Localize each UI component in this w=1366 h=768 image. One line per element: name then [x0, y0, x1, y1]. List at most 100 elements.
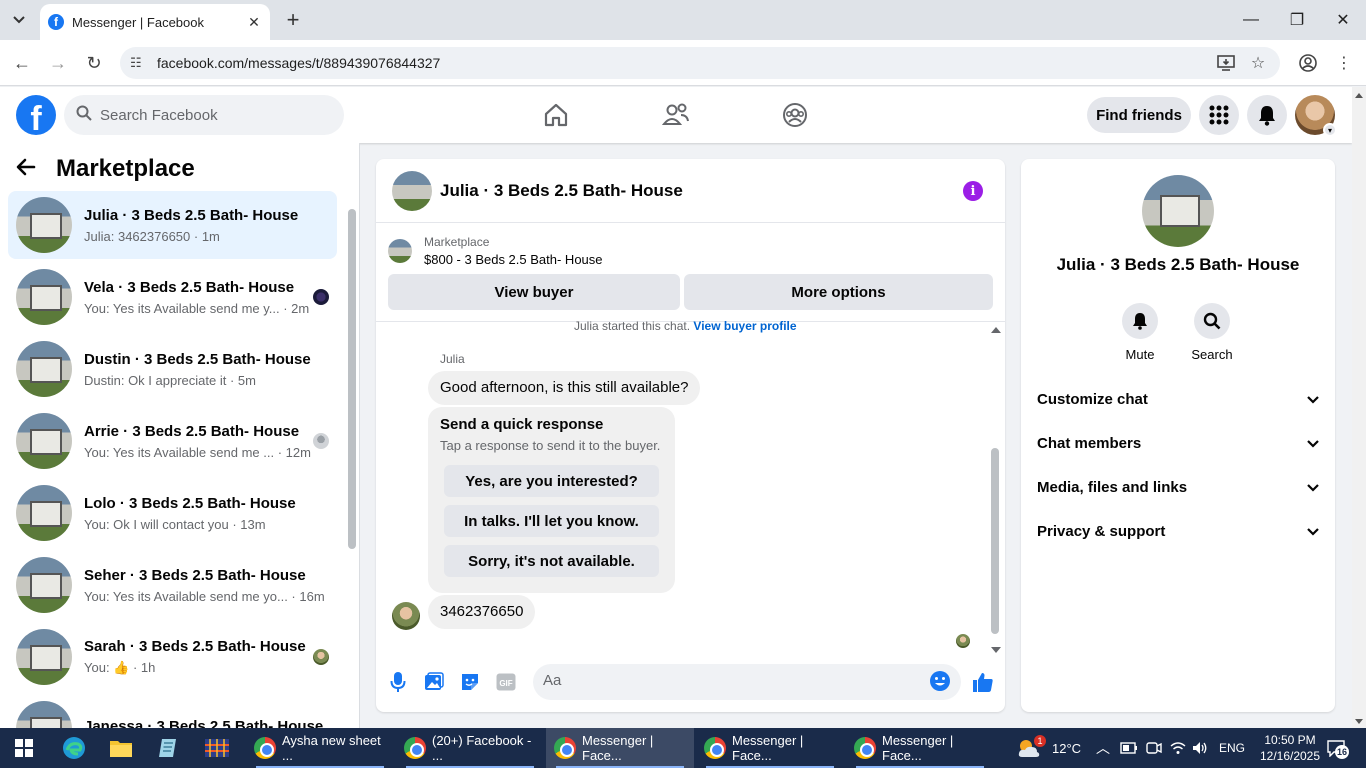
taskbar-app-chrome-active[interactable]: Messenger | Face...	[546, 728, 694, 768]
scroll-down-icon[interactable]	[1355, 719, 1363, 724]
chat-title[interactable]: Julia · 3 Beds 2.5 Bath- House	[440, 181, 683, 201]
chat-members-row[interactable]: Chat members	[1037, 421, 1319, 465]
facebook-logo-icon[interactable]: f	[16, 95, 56, 135]
more-options-button[interactable]: More options	[684, 274, 993, 310]
quick-response-option[interactable]: Sorry, it's not available.	[444, 545, 659, 577]
browser-tab-messenger[interactable]: f Messenger | Facebook ✕	[40, 4, 270, 40]
forward-arrow-icon[interactable]: →	[46, 51, 70, 75]
volume-icon[interactable]	[1192, 728, 1208, 768]
close-tab-icon[interactable]: ✕	[244, 12, 264, 32]
close-window-icon[interactable]: ✕	[1320, 0, 1366, 40]
quick-response-option[interactable]: In talks. I'll let you know.	[444, 505, 659, 537]
conversation-item[interactable]: Janessa · 3 Beds 2.5 Bath- House	[8, 695, 337, 728]
facebook-search-input[interactable]	[100, 106, 320, 124]
chrome-icon	[404, 737, 426, 759]
conversation-item[interactable]: Lolo · 3 Beds 2.5 Bath- House You: Ok I …	[8, 479, 337, 547]
page-scrollbar[interactable]	[1352, 87, 1366, 728]
bell-icon[interactable]	[1122, 303, 1158, 339]
battery-icon[interactable]	[1120, 728, 1138, 768]
windows-start-icon[interactable]	[10, 734, 38, 762]
weather-widget[interactable]: 1 12°C	[1016, 728, 1081, 768]
view-buyer-button[interactable]: View buyer	[388, 274, 680, 310]
conversation-name: Janessa · 3 Beds 2.5 Bath- House	[84, 718, 324, 728]
clock[interactable]: 10:50 PM 12/16/2025	[1255, 728, 1325, 768]
friends-icon[interactable]	[660, 99, 692, 131]
sidebar-scrollbar[interactable]	[344, 193, 358, 728]
gif-icon[interactable]: GIF	[494, 670, 518, 694]
conversation-info-icon[interactable]: i	[963, 181, 983, 201]
scroll-down-icon[interactable]	[991, 647, 1001, 653]
tab-search-chevron-icon[interactable]	[6, 8, 32, 32]
new-tab-plus-icon[interactable]: +	[282, 7, 304, 32]
chrome-icon	[704, 737, 726, 759]
taskbar-app-label: Messenger | Face...	[582, 733, 654, 763]
find-friends-button[interactable]: Find friends	[1087, 97, 1191, 133]
conversation-item[interactable]: Dustin · 3 Beds 2.5 Bath- House Dustin: …	[8, 335, 337, 403]
emoji-icon[interactable]	[929, 670, 953, 694]
sticker-icon[interactable]	[458, 670, 482, 694]
notifications-bell-icon[interactable]	[1247, 95, 1287, 135]
marketplace-listing-banner[interactable]: Marketplace $800 - 3 Beds 2.5 Bath- Hous…	[388, 235, 603, 267]
taskbar-app-chrome[interactable]: (20+) Facebook - ...	[396, 728, 544, 768]
mute-action[interactable]: Mute	[1110, 303, 1170, 362]
home-icon[interactable]	[540, 99, 572, 131]
edge-browser-icon[interactable]	[60, 734, 88, 762]
scroll-up-icon[interactable]	[1355, 93, 1363, 98]
thumbs-up-like-icon[interactable]	[971, 670, 995, 694]
message-bubble[interactable]: 3462376650	[428, 595, 536, 629]
omnibox[interactable]: ☷ facebook.com/messages/t/88943907684432…	[120, 47, 1280, 79]
privacy-support-row[interactable]: Privacy & support	[1037, 509, 1319, 553]
notepad-app-icon[interactable]	[155, 734, 183, 762]
chat-listing-avatar[interactable]	[392, 171, 432, 211]
restore-icon[interactable]: ❐	[1274, 0, 1320, 40]
url-text[interactable]: facebook.com/messages/t/889439076844327	[157, 55, 440, 71]
customize-chat-row[interactable]: Customize chat	[1037, 377, 1319, 421]
message-composer[interactable]	[533, 664, 961, 700]
back-arrow-icon[interactable]: ←	[10, 51, 34, 75]
install-app-icon[interactable]	[1214, 51, 1238, 75]
menu-grid-icon[interactable]	[1199, 95, 1239, 135]
file-explorer-icon[interactable]	[107, 734, 135, 762]
conversation-item[interactable]: Vela · 3 Beds 2.5 Bath- House You: Yes i…	[8, 263, 337, 331]
sender-avatar[interactable]	[392, 602, 420, 630]
bookmark-star-icon[interactable]: ☆	[1246, 51, 1270, 75]
attach-photo-icon[interactable]	[422, 670, 446, 694]
message-input[interactable]	[543, 672, 913, 689]
conversation-item[interactable]: Sarah · 3 Beds 2.5 Bath- House You: 👍 · …	[8, 623, 337, 691]
profile-icon[interactable]	[1296, 51, 1320, 75]
taskbar-app-chrome[interactable]: Messenger | Face...	[846, 728, 994, 768]
search-icon[interactable]	[1194, 303, 1230, 339]
quick-response-option[interactable]: Yes, are you interested?	[444, 465, 659, 497]
site-settings-icon[interactable]: ☷	[130, 55, 150, 71]
conversation-item[interactable]: Julia · 3 Beds 2.5 Bath- House Julia: 34…	[8, 191, 337, 259]
media-files-links-row[interactable]: Media, files and links	[1037, 465, 1319, 509]
reload-icon[interactable]: ↻	[82, 51, 106, 75]
facebook-search-box[interactable]	[64, 95, 344, 135]
browser-menu-icon[interactable]: ⋮	[1332, 51, 1356, 75]
wifi-icon[interactable]	[1170, 728, 1186, 768]
chat-scrollbar[interactable]	[988, 323, 1002, 653]
account-avatar[interactable]: ▾	[1295, 95, 1337, 137]
taskbar-app-chrome[interactable]: Messenger | Face...	[696, 728, 844, 768]
seen-default-avatar-icon	[313, 433, 329, 449]
info-listing-avatar[interactable]	[1142, 175, 1214, 247]
notification-center-icon[interactable]: 16	[1326, 728, 1349, 768]
meet-now-icon[interactable]	[1146, 728, 1162, 768]
conversation-item[interactable]: Seher · 3 Beds 2.5 Bath- House You: Yes …	[8, 551, 337, 619]
scroll-up-icon[interactable]	[991, 327, 1001, 333]
taskbar-app-chrome[interactable]: Aysha new sheet ...	[246, 728, 394, 768]
conversation-item[interactable]: Arrie · 3 Beds 2.5 Bath- House You: Yes …	[8, 407, 337, 475]
message-bubble[interactable]: Good afternoon, is this still available?	[428, 371, 701, 405]
view-buyer-profile-link[interactable]: View buyer profile	[693, 319, 796, 333]
chat-scroll-thumb[interactable]	[991, 448, 999, 634]
sidebar-scroll-thumb[interactable]	[348, 209, 356, 549]
minimize-icon[interactable]: —	[1228, 0, 1274, 40]
search-action[interactable]: Search	[1182, 303, 1242, 362]
media-app-icon[interactable]	[203, 734, 231, 762]
show-hidden-icons-chevron-icon[interactable]: ︿	[1096, 728, 1110, 768]
microphone-icon[interactable]	[386, 670, 410, 694]
account-chevron-icon[interactable]: ▾	[1323, 123, 1337, 137]
input-language[interactable]: ENG	[1219, 728, 1245, 768]
back-arrow-icon[interactable]	[16, 156, 44, 182]
groups-icon[interactable]	[779, 99, 811, 131]
